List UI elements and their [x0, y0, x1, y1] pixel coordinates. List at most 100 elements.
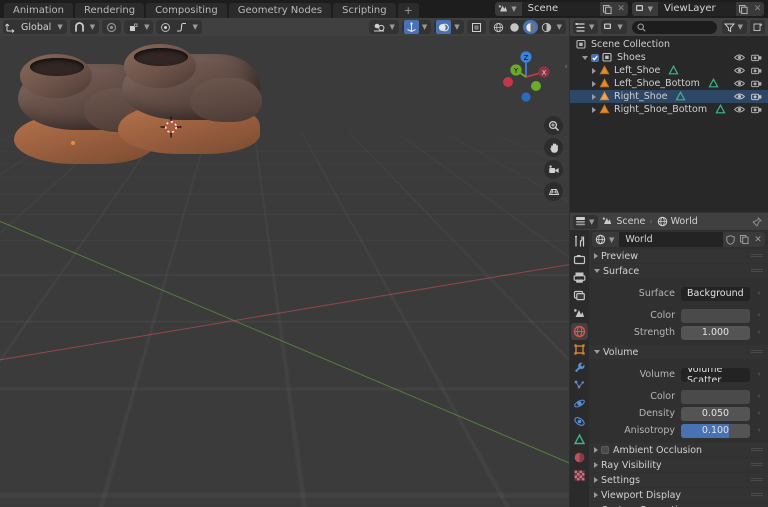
xray-toggle[interactable]	[466, 20, 486, 34]
transform-orientation-dropdown[interactable]: Global ▼	[3, 20, 67, 34]
field-value[interactable]: Volume Scatter	[681, 367, 750, 382]
field-surface-type[interactable]: Surface Background ◦	[589, 286, 764, 301]
field-value[interactable]: Background	[681, 286, 750, 301]
panel-custom-properties[interactable]: Custom Properties	[589, 503, 768, 507]
overlays-icon[interactable]	[436, 20, 452, 34]
new-viewlayer-button[interactable]	[736, 2, 751, 16]
viewlayer-name[interactable]: ViewLayer	[658, 2, 736, 16]
3d-viewport[interactable]: Global ▼ ▼ ▼ ▼ ▼ ▼ ▼ ▼ Z X Y ‹	[0, 18, 569, 507]
animate-property-icon[interactable]: ◦	[754, 407, 764, 421]
properties-editor[interactable]: ▼ Scene › World ▼ World ✕ Preview Surfac…	[570, 213, 768, 507]
viewlayer-selector[interactable]: ▼ ViewLayer ✕	[631, 2, 764, 16]
field-volume-density[interactable]: Density 0.050 ◦	[589, 406, 764, 421]
animate-property-icon[interactable]: ◦	[754, 326, 764, 340]
properties-tab-render[interactable]	[571, 251, 588, 268]
unlink-scene-button[interactable]: ✕	[614, 2, 628, 16]
falloff-controls[interactable]: ▼	[156, 20, 202, 34]
remove-viewlayer-button[interactable]: ✕	[751, 2, 764, 16]
panel-viewport-display[interactable]: Viewport Display	[589, 488, 768, 502]
field-volume-type[interactable]: Volume Volume Scatter ◦	[589, 367, 764, 382]
duplicate-icon[interactable]	[737, 232, 751, 247]
animate-property-icon[interactable]: ◦	[754, 287, 764, 301]
properties-tab-output[interactable]	[571, 269, 588, 286]
shoe-model-right[interactable]	[112, 36, 272, 164]
outliner-row-right-shoe-bottom[interactable]: Right_Shoe_Bottom	[570, 103, 768, 116]
snap-target-icon[interactable]	[126, 20, 142, 34]
shading-material-icon[interactable]	[522, 20, 538, 34]
world-icon[interactable]: ▼	[592, 232, 620, 247]
properties-tab-object[interactable]	[571, 341, 588, 358]
expand-triangle-icon[interactable]	[594, 447, 598, 453]
shading-wireframe-icon[interactable]	[490, 20, 506, 34]
proportional-edit-icon[interactable]	[104, 20, 120, 34]
field-value[interactable]: 0.050	[681, 406, 750, 421]
expand-triangle-icon[interactable]	[592, 67, 596, 74]
properties-tab-particles[interactable]	[571, 377, 588, 394]
properties-tab-physics[interactable]	[571, 395, 588, 412]
scene-icon[interactable]: ▼	[495, 2, 522, 16]
expand-triangle-icon[interactable]	[594, 253, 598, 259]
camera-render-icon[interactable]	[751, 104, 762, 115]
camera-render-icon[interactable]	[751, 52, 762, 63]
gizmo-dropdown[interactable]: ▼	[401, 20, 432, 34]
panel-preview[interactable]: Preview	[589, 249, 768, 263]
expand-triangle-icon[interactable]	[594, 477, 598, 483]
workspace-tab-compositing[interactable]: Compositing	[146, 3, 227, 18]
properties-tab-modifiers[interactable]	[571, 359, 588, 376]
animate-property-icon[interactable]: ◦	[754, 309, 764, 323]
viewlayer-icon[interactable]: ▼	[631, 2, 658, 16]
sidebar-expand-arrow[interactable]: ‹	[564, 62, 568, 72]
hand-pan-icon[interactable]	[544, 138, 563, 157]
new-collection-icon[interactable]	[750, 20, 765, 34]
zoom-icon[interactable]	[544, 116, 563, 135]
expand-triangle-icon[interactable]	[592, 106, 596, 113]
field-volume-anisotropy[interactable]: Anisotropy 0.100 ◦	[589, 423, 764, 438]
properties-tab-tool[interactable]	[571, 233, 588, 250]
animate-property-icon[interactable]: ◦	[754, 390, 764, 404]
workspace-tab-scripting[interactable]: Scripting	[333, 3, 396, 18]
outliner-row-left-shoe[interactable]: Left_Shoe	[570, 64, 768, 77]
breadcrumb-scene[interactable]: Scene	[602, 216, 645, 227]
world-name-field[interactable]: World	[619, 234, 723, 245]
pin-icon[interactable]	[752, 216, 765, 227]
ambient-occlusion-checkbox[interactable]	[601, 446, 609, 454]
color-swatch[interactable]	[681, 308, 750, 323]
panel-volume[interactable]: Volume	[589, 345, 768, 359]
expand-triangle-icon[interactable]	[594, 269, 600, 273]
field-volume-color[interactable]: Color ◦	[589, 389, 764, 404]
proportional-edit-controls[interactable]	[102, 20, 122, 34]
eye-icon[interactable]	[734, 78, 745, 89]
outliner-filter-dropdown[interactable]: ▼	[721, 20, 747, 34]
viewport-canvas[interactable]: Z X Y ‹	[0, 36, 569, 507]
properties-tab-data[interactable]	[571, 431, 588, 448]
navigation-gizmo[interactable]: Z X Y	[495, 46, 557, 108]
search-input[interactable]	[631, 20, 717, 34]
object-visibility-dropdown[interactable]: ▼	[369, 20, 399, 34]
panel-settings[interactable]: Settings	[589, 473, 768, 487]
outliner-row-shoes[interactable]: Shoes	[570, 51, 768, 64]
outliner-editor[interactable]: ▼ ▼ ▼ Scene Collection Shoes Left_Shoe L…	[570, 18, 768, 212]
object-visibility-icon[interactable]	[371, 20, 387, 34]
world-datablock-selector[interactable]: ▼ World ✕	[592, 232, 765, 247]
expand-triangle-icon[interactable]	[582, 55, 588, 60]
outliner-editor-type-dropdown[interactable]: ▼	[573, 20, 599, 34]
panel-ambient-occlusion[interactable]: Ambient Occlusion	[589, 443, 768, 457]
properties-tab-constraints[interactable]	[571, 413, 588, 430]
breadcrumb-world[interactable]: World	[657, 216, 698, 227]
snap-controls[interactable]: ▼	[69, 20, 100, 34]
new-scene-button[interactable]	[599, 2, 615, 16]
properties-tab-material[interactable]	[571, 449, 588, 466]
ortho-toggle-icon[interactable]	[544, 182, 563, 201]
properties-tab-texture[interactable]	[571, 467, 588, 484]
camera-render-icon[interactable]	[751, 78, 762, 89]
properties-tab-world[interactable]	[571, 323, 588, 340]
overlays-dropdown[interactable]: ▼	[434, 20, 464, 34]
field-value[interactable]: 1.000	[681, 325, 750, 340]
properties-editor-type-dropdown[interactable]: ▼	[573, 214, 599, 229]
snap-target-controls[interactable]: ▼	[124, 20, 154, 34]
falloff-curve-icon[interactable]	[174, 20, 190, 34]
camera-view-icon[interactable]	[544, 160, 563, 179]
camera-render-icon[interactable]	[751, 91, 762, 102]
animate-property-icon[interactable]: ◦	[754, 368, 764, 382]
xray-icon[interactable]	[468, 20, 484, 34]
